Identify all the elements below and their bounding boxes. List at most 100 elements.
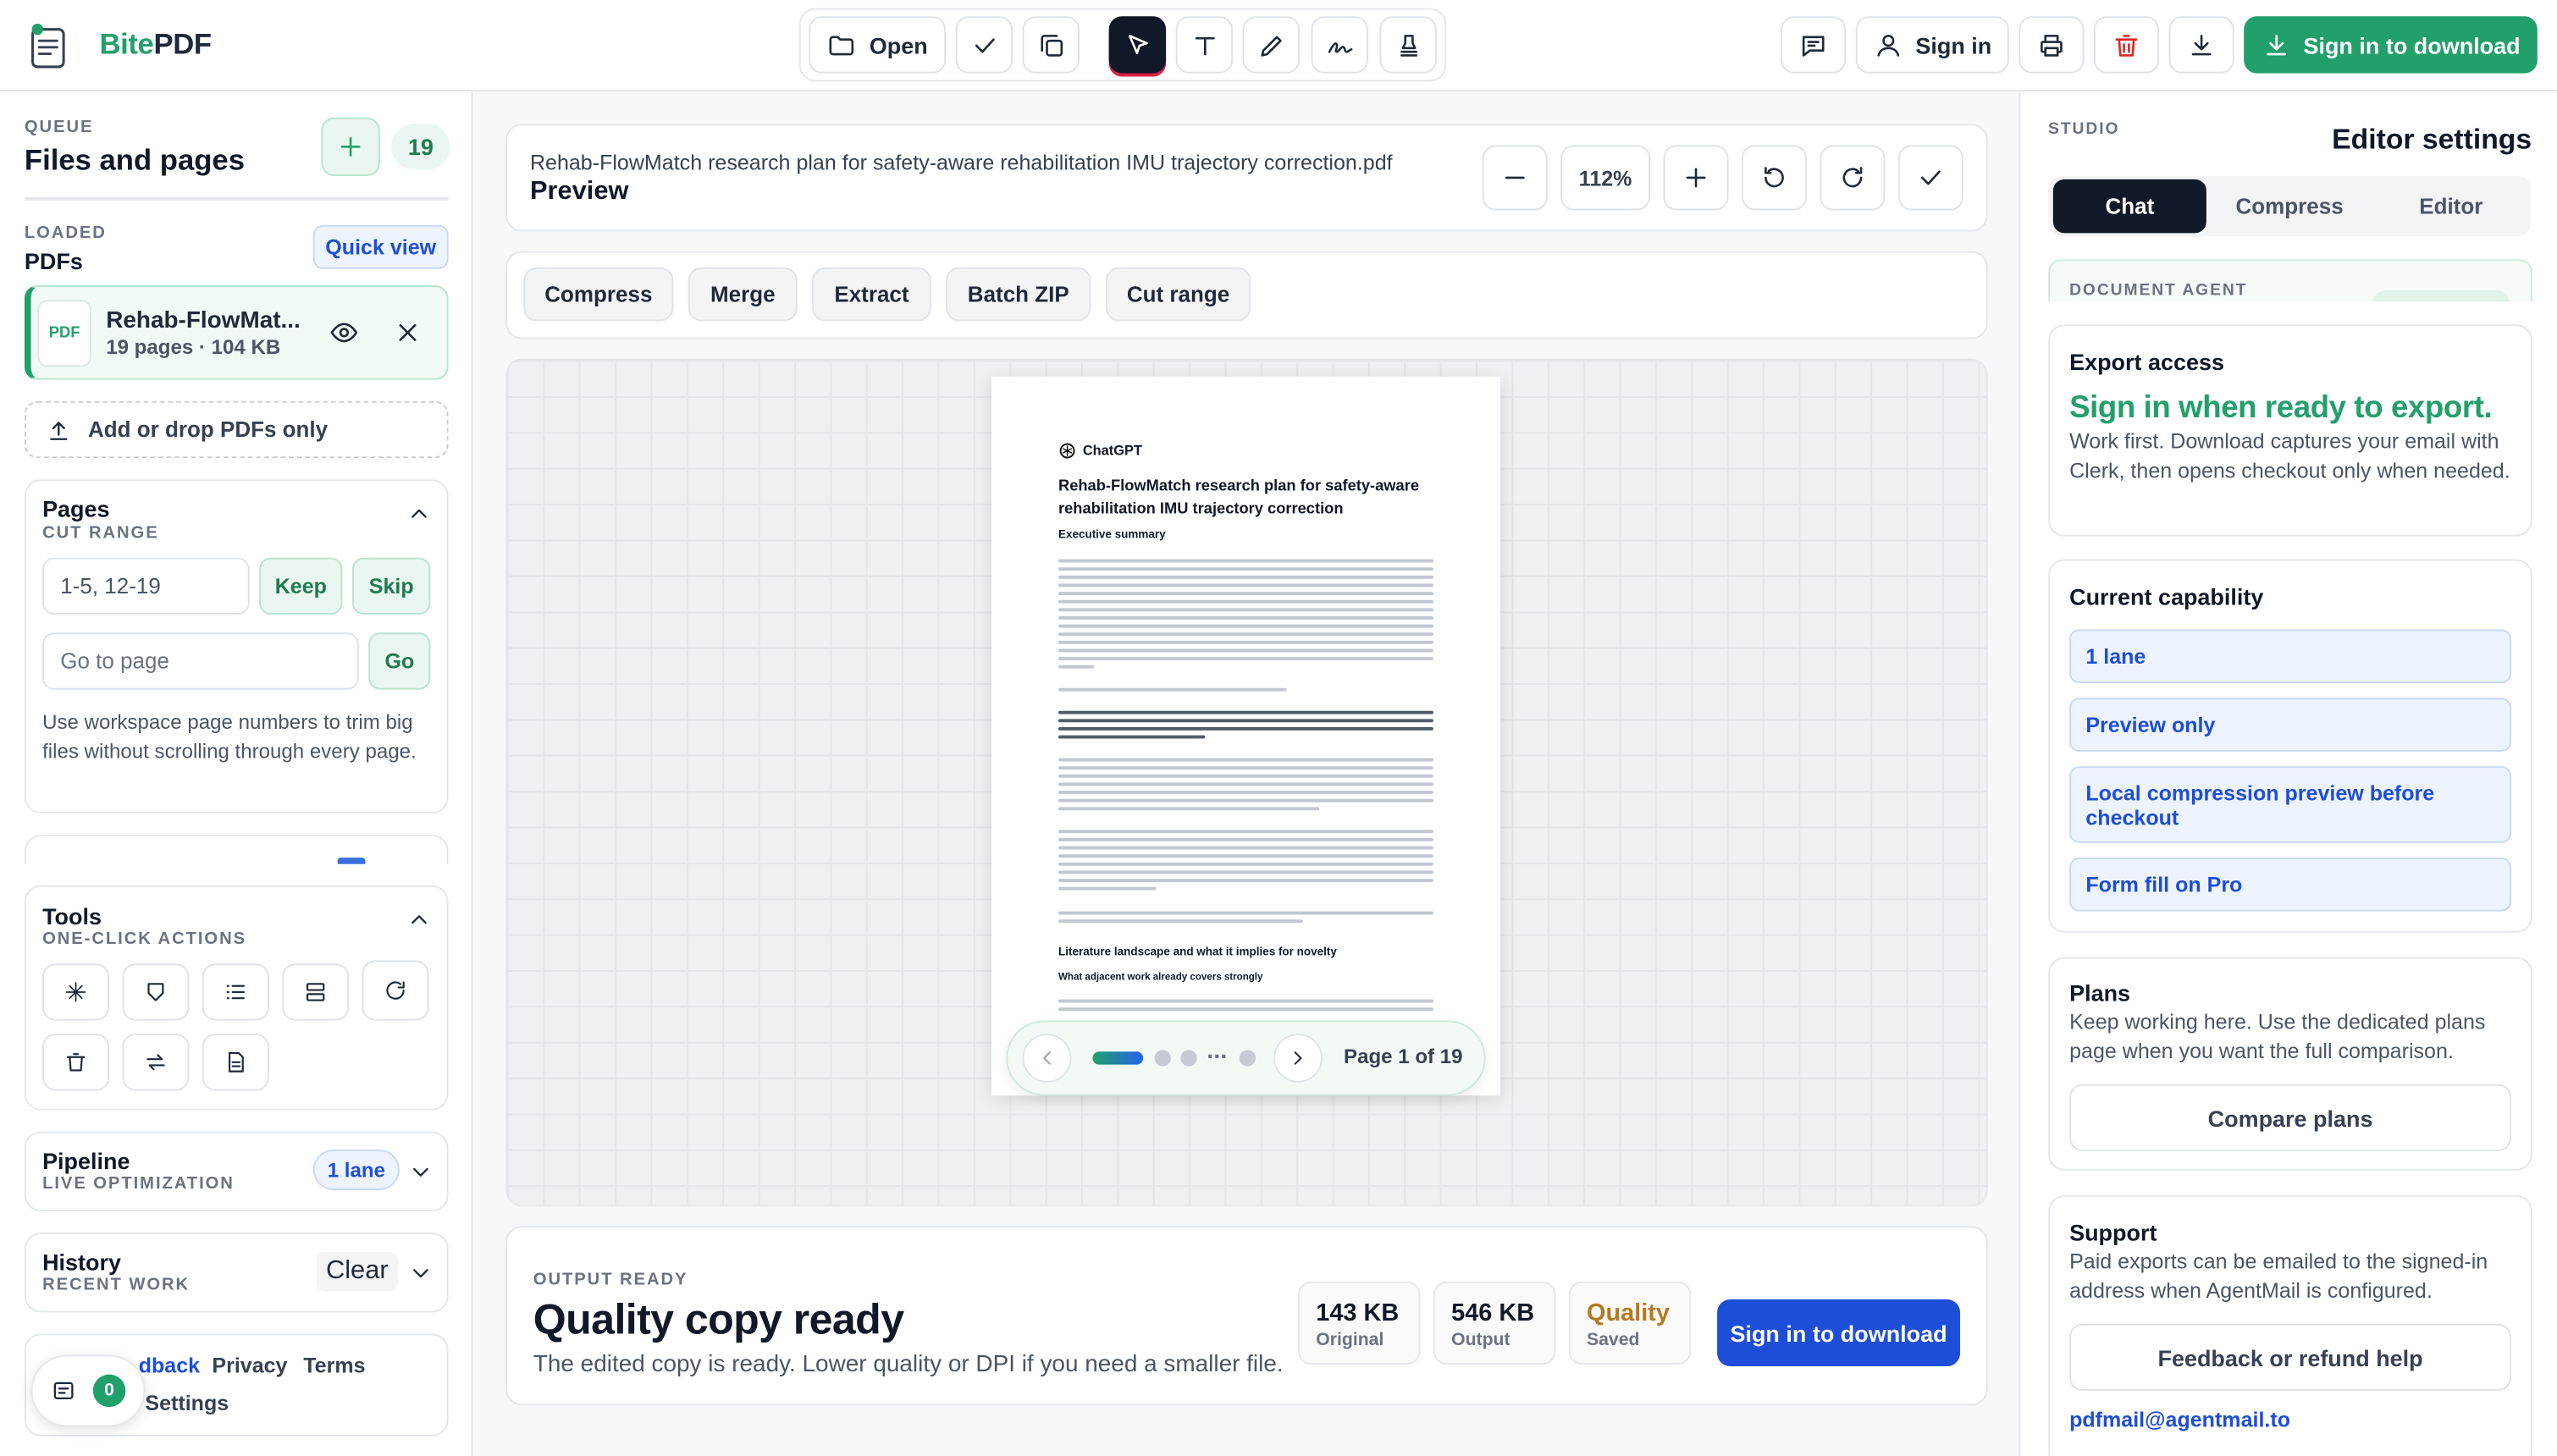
history-clear-button[interactable]: Clear [316, 1252, 398, 1292]
feedback-refund-button[interactable]: Feedback or refund help [2069, 1323, 2512, 1391]
doc-text-line [1058, 837, 1433, 841]
file-meta: 19 pages · 104 KB [106, 335, 281, 359]
divider [24, 197, 449, 201]
collapsed-panel-pill [337, 858, 366, 864]
notifications-button[interactable]: 0 [30, 1354, 146, 1427]
download-icon [2191, 34, 2212, 55]
go-button[interactable]: Go [368, 632, 431, 690]
tab-extract[interactable]: Extract [812, 267, 931, 322]
preview-filename: Rehab-FlowMatch research plan for safety… [529, 150, 1393, 175]
tab-batch-zip[interactable]: Batch ZIP [946, 267, 1091, 322]
next-page-button[interactable] [1273, 1034, 1323, 1083]
open-button[interactable]: Open [809, 16, 947, 74]
auto-enhance-tool[interactable] [42, 963, 110, 1021]
header-download-button[interactable]: Sign in to download [2244, 16, 2538, 74]
doc-text-line [1058, 648, 1433, 653]
signature-tool-button[interactable] [1311, 16, 1368, 74]
list-tool[interactable] [202, 963, 269, 1021]
reorder-tool[interactable] [122, 1034, 190, 1091]
terms-link[interactable]: Terms [303, 1354, 365, 1378]
apply-button[interactable] [1897, 145, 1963, 211]
document-page[interactable]: ChatGPT Rehab-FlowMatch research plan fo… [991, 376, 1500, 1096]
page-dot[interactable] [1239, 1050, 1256, 1067]
studio-caption: STUDIO [2048, 120, 2120, 139]
doc-text-line [1058, 710, 1433, 714]
split-tool[interactable] [282, 963, 350, 1021]
support-email-link[interactable]: pdfmail@agentmail.to [2069, 1407, 2290, 1431]
document-agent-card[interactable]: DOCUMENT AGENT [2048, 259, 2533, 302]
collapsed-panel[interactable] [24, 835, 449, 864]
eye-icon [330, 323, 358, 343]
quality-label: Saved [1586, 1330, 1640, 1350]
page-dot-ellipsis: ... [1207, 1036, 1228, 1065]
brand-name[interactable]: BitePDF [99, 28, 212, 62]
studio-tab-compress[interactable]: Compress [2212, 179, 2368, 234]
rotate-left-button[interactable] [1741, 145, 1808, 211]
doc-text-line [1058, 687, 1287, 692]
delete-button[interactable] [2093, 16, 2160, 74]
document-agent-caption: DOCUMENT AGENT [2069, 282, 2248, 301]
feedback-link[interactable]: dback [139, 1354, 200, 1378]
settings-link[interactable]: Settings [145, 1391, 229, 1415]
comments-button[interactable] [1781, 16, 1847, 74]
prev-page-button[interactable] [1022, 1034, 1072, 1083]
page-range-input[interactable]: 1-5, 12-19 [42, 557, 250, 615]
add-file-button[interactable] [321, 117, 380, 177]
page-dot[interactable] [1154, 1050, 1171, 1067]
crop-tool-button[interactable] [1022, 16, 1080, 74]
history-expand-button[interactable] [408, 1260, 434, 1287]
rotate-right-icon [1842, 167, 1863, 188]
delete-pages-tool[interactable] [42, 1034, 110, 1091]
keep-button[interactable]: Keep [259, 557, 343, 615]
quick-view-button[interactable]: Quick view [312, 224, 449, 269]
studio-tab-editor[interactable]: Editor [2372, 179, 2529, 234]
capability-item: 1 lane [2069, 629, 2512, 683]
skip-button[interactable]: Skip [352, 557, 431, 615]
pages-collapse-button[interactable] [406, 500, 433, 527]
redact-tool[interactable] [122, 963, 190, 1021]
support-title: Support [2069, 1219, 2157, 1246]
go-to-page-input[interactable]: Go to page [42, 632, 359, 690]
page-dot-active[interactable] [1092, 1051, 1144, 1065]
doc-text-line [1058, 758, 1433, 762]
doc-text-line [1058, 999, 1433, 1003]
doc-text-line [1058, 567, 1433, 571]
stamp-tool-button[interactable] [1379, 16, 1437, 74]
tab-cut-range[interactable]: Cut range [1105, 267, 1251, 322]
draw-tool-button[interactable] [1242, 16, 1301, 74]
privacy-link[interactable]: Privacy [212, 1354, 287, 1378]
tab-compress[interactable]: Compress [523, 267, 674, 322]
save-button[interactable] [2168, 16, 2234, 74]
doc-text-line [1058, 879, 1433, 882]
folder-icon [829, 35, 854, 55]
doc-text-line [1058, 616, 1433, 620]
tab-merge[interactable]: Merge [688, 267, 798, 322]
preview-file-button[interactable] [329, 318, 359, 348]
print-button[interactable] [2019, 16, 2085, 74]
queue-title: Files and pages [24, 143, 245, 177]
studio-tab-chat[interactable]: Chat [2052, 179, 2206, 234]
capability-item: Form fill on Pro [2069, 858, 2512, 912]
rotate-tool[interactable] [362, 960, 429, 1021]
chevron-down-icon [413, 1167, 428, 1177]
zoom-level[interactable]: 112% [1560, 145, 1651, 211]
doc-text-line [1058, 854, 1433, 858]
compare-plans-button[interactable]: Compare plans [2069, 1084, 2512, 1151]
sign-in-button[interactable]: Sign in [1855, 16, 2009, 74]
zoom-out-button[interactable] [1482, 145, 1548, 211]
capability-item: Local compression preview before checkou… [2069, 766, 2512, 843]
rotate-right-button[interactable] [1820, 145, 1886, 211]
pipeline-expand-button[interactable] [408, 1159, 434, 1185]
tools-collapse-button[interactable] [406, 907, 433, 933]
text-tool-button[interactable] [1175, 16, 1234, 74]
select-tool-button[interactable] [1108, 16, 1167, 74]
page-dot[interactable] [1180, 1050, 1197, 1067]
zoom-in-button[interactable] [1663, 145, 1729, 211]
output-download-button[interactable]: Sign in to download [1717, 1299, 1961, 1366]
check-tool-button[interactable] [955, 16, 1013, 74]
doc-text-line [1058, 1007, 1433, 1012]
page-info-tool[interactable] [202, 1034, 269, 1091]
doc-text-line [1058, 862, 1433, 866]
add-drop-zone[interactable]: Add or drop PDFs only [24, 400, 449, 459]
remove-file-button[interactable] [393, 318, 422, 348]
